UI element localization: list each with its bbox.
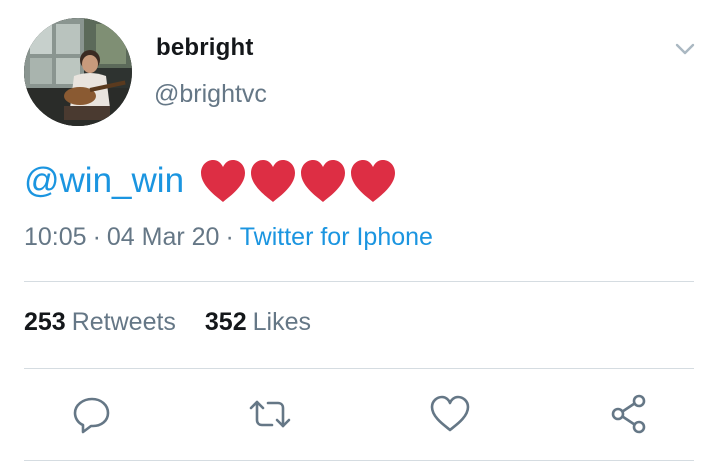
retweet-icon[interactable]: [248, 392, 292, 436]
tweet-date: 04 Mar 20: [106, 223, 220, 251]
meta-separator: ·: [225, 223, 234, 251]
retweets-label: Retweets: [71, 308, 176, 336]
tweet-meta: 10:05 · 04 Mar 20 · Twitter for Iphone: [24, 223, 433, 252]
heart-emoji-icon: [201, 160, 246, 202]
meta-separator: ·: [92, 223, 101, 251]
author-avatar[interactable]: [24, 18, 132, 126]
likes-stat[interactable]: 352 Likes: [205, 308, 311, 337]
share-icon[interactable]: [607, 392, 651, 436]
chevron-down-icon[interactable]: [672, 36, 698, 62]
tweet-time: 10:05: [24, 223, 87, 251]
tweet-stats: 253 Retweets 352 Likes: [24, 308, 311, 337]
tweet-text: @win_win: [24, 156, 398, 206]
likes-label: Likes: [252, 308, 311, 336]
heart-emoji-icon: [351, 160, 396, 202]
heart-emoji-icon: [251, 160, 296, 202]
divider: [24, 460, 694, 461]
retweets-stat[interactable]: 253 Retweets: [24, 308, 176, 337]
author-display-name[interactable]: bebright: [156, 34, 254, 62]
heart-emoji-icon: [301, 160, 346, 202]
reply-icon[interactable]: [70, 392, 114, 436]
like-icon[interactable]: [428, 392, 472, 436]
likes-count: 352: [204, 308, 247, 336]
divider: [24, 368, 694, 369]
retweets-count: 253: [24, 308, 66, 336]
author-handle[interactable]: @brightvc: [154, 80, 267, 109]
mention-link[interactable]: @win_win: [24, 161, 184, 201]
heart-emojis: [198, 158, 398, 204]
divider: [24, 281, 694, 282]
tweet-source-link[interactable]: Twitter for Iphone: [240, 223, 433, 251]
